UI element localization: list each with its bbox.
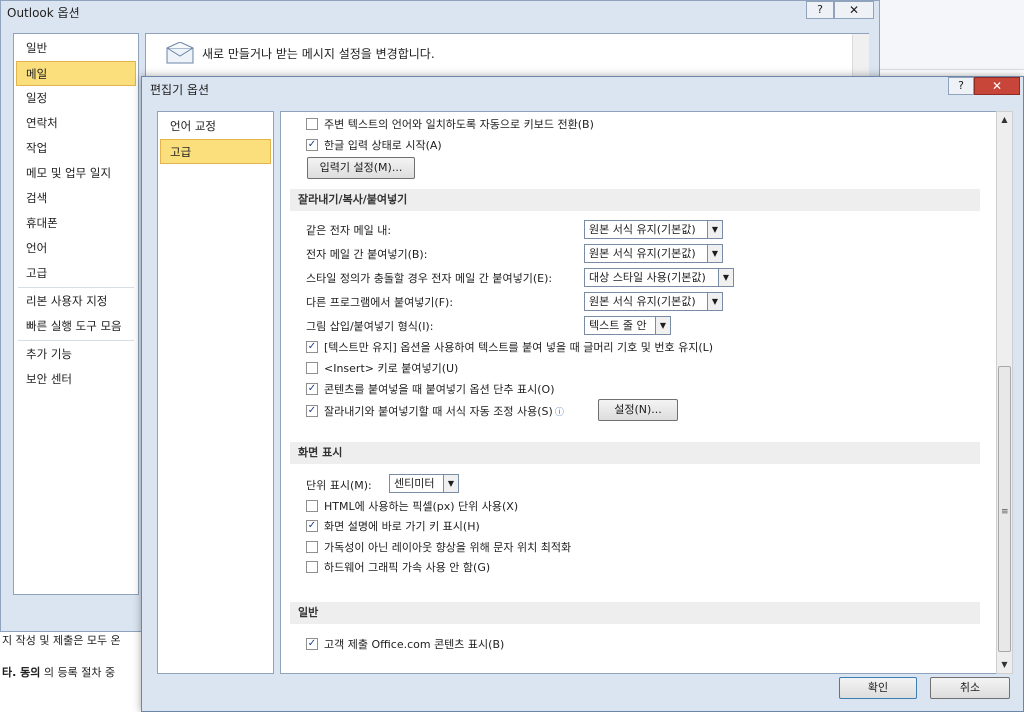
scroll-up-icon[interactable]: ▲ [997, 112, 1012, 128]
nav-item-advanced[interactable]: 고급 [14, 261, 138, 286]
unit-select[interactable]: 센티미터 ▼ [389, 474, 459, 493]
section-general: 일반 [290, 602, 980, 624]
cancel-button[interactable]: 취소 [930, 677, 1010, 699]
background-text: 지 작성 및 제출은 모두 온 [2, 634, 121, 647]
nav-divider [18, 287, 134, 288]
paste-row-picture-format: 그림 삽입/붙여넣기 형식(I): [306, 320, 434, 333]
auto-keyboard-checkbox[interactable] [306, 118, 318, 130]
info-icon: ⓘ [554, 407, 564, 418]
paste-same-email-select[interactable]: 원본 서식 유지(기본값) ▼ [584, 220, 723, 239]
scroll-down-icon[interactable]: ▼ [997, 657, 1012, 673]
option-label: <Insert> 키로 붙여넣기(U) [324, 362, 459, 375]
ime-settings-button[interactable]: 입력기 설정(M)... [307, 157, 415, 179]
chevron-down-icon: ▼ [718, 269, 733, 286]
close-button[interactable]: ✕ [834, 1, 874, 19]
editor-options-dialog: 편집기 옵션 ? ✕ 언어 교정 고급 주변 텍스트의 언어와 일치하도록 자동… [141, 76, 1024, 712]
paste-other-programs-select[interactable]: 원본 서식 유지(기본값) ▼ [584, 292, 723, 311]
option-label: HTML에 사용하는 픽셀(px) 단위 사용(X) [324, 500, 519, 513]
insert-key-paste-option[interactable]: <Insert> 키로 붙여넣기(U) [306, 360, 458, 376]
nav-item-mobile[interactable]: 휴대폰 [14, 211, 138, 236]
paste-options-button-checkbox[interactable]: ✓ [306, 383, 318, 395]
nav-item-search[interactable]: 검색 [14, 186, 138, 211]
option-label: 주변 텍스트의 언어와 일치하도록 자동으로 키보드 전환(B) [324, 118, 594, 131]
nav-item-proofing[interactable]: 언어 교정 [158, 114, 273, 139]
chevron-down-icon: ▼ [707, 245, 722, 262]
smart-cut-paste-settings-button[interactable]: 설정(N)... [598, 399, 678, 421]
section-cut-copy-paste: 잘라내기/복사/붙여넣기 [290, 189, 980, 211]
grip-icon: ≡ [1001, 507, 1009, 517]
paste-row-same-email: 같은 전자 메일 내: [306, 224, 392, 237]
nav-divider [18, 340, 134, 341]
nav-item-quick-access-toolbar[interactable]: 빠른 실행 도구 모음 [14, 314, 138, 339]
option-label: 하드웨어 그래픽 가속 사용 안 함(G) [324, 561, 491, 574]
mail-header-text: 새로 만들거나 받는 메시지 설정을 변경합니다. [202, 46, 435, 61]
help-button[interactable]: ? [948, 77, 974, 95]
chevron-down-icon: ▼ [655, 317, 670, 334]
unit-row: 단위 표시(M): [306, 479, 372, 492]
paste-between-emails-select[interactable]: 원본 서식 유지(기본값) ▼ [584, 244, 723, 263]
nav-item-tasks[interactable]: 작업 [14, 136, 138, 161]
paste-row-style-conflict: 스타일 정의가 충돌할 경우 전자 메일 간 붙여넣기(E): [306, 272, 553, 285]
outlook-options-nav: 일반 메일 일정 연락처 작업 메모 및 업무 일지 검색 휴대폰 언어 고급 … [13, 33, 139, 595]
editor-options-scrollbar[interactable]: ▲ ≡ ▼ [996, 111, 1013, 674]
picture-format-select[interactable]: 텍스트 줄 안 ▼ [584, 316, 671, 335]
option-label: 가독성이 아닌 레이아웃 향상을 위해 문자 위치 최적화 [324, 541, 572, 554]
nav-item-trust-center[interactable]: 보안 센터 [14, 367, 138, 392]
keep-bullets-option[interactable]: ✓ [텍스트만 유지] 옵션을 사용하여 텍스트를 붙여 넣을 때 글머리 기호… [306, 339, 713, 355]
insert-key-paste-checkbox[interactable] [306, 362, 318, 374]
optimize-char-position-checkbox[interactable] [306, 541, 318, 553]
option-label: [텍스트만 유지] 옵션을 사용하여 텍스트를 붙여 넣을 때 글머리 기호 및… [324, 341, 714, 354]
px-units-checkbox[interactable] [306, 500, 318, 512]
smart-cut-paste-option[interactable]: ✓ 잘라내기와 붙여넣기할 때 서식 자동 조정 사용(S) ⓘ [306, 403, 564, 419]
mail-header: 새로 만들거나 받는 메시지 설정을 변경합니다. [166, 41, 435, 64]
paste-style-conflict-select[interactable]: 대상 스타일 사용(기본값) ▼ [584, 268, 734, 287]
optimize-char-position-option[interactable]: 가독성이 아닌 레이아웃 향상을 위해 문자 위치 최적화 [306, 539, 571, 555]
paste-options-button-option[interactable]: ✓ 콘텐츠를 붙여넣을 때 붙여넣기 옵션 단추 표시(O) [306, 381, 555, 397]
option-label: 한글 입력 상태로 시작(A) [324, 139, 442, 152]
disable-hw-acceleration-checkbox[interactable] [306, 561, 318, 573]
scrollbar-thumb[interactable]: ≡ [998, 366, 1011, 652]
chevron-down-icon: ▼ [443, 475, 458, 492]
editor-options-nav: 언어 교정 고급 [157, 111, 274, 674]
px-units-option[interactable]: HTML에 사용하는 픽셀(px) 단위 사용(X) [306, 498, 518, 514]
paste-row-between-emails: 전자 메일 간 붙여넣기(B): [306, 248, 428, 261]
editor-options-content: 주변 텍스트의 언어와 일치하도록 자동으로 키보드 전환(B) ✓ 한글 입력… [280, 111, 997, 674]
nav-item-notes-journal[interactable]: 메모 및 업무 일지 [14, 161, 138, 186]
ok-button[interactable]: 확인 [839, 677, 917, 699]
nav-item-contacts[interactable]: 연락처 [14, 111, 138, 136]
background-text-2: 타. 동의 의 등록 절차 중 [2, 666, 116, 679]
office-com-content-checkbox[interactable]: ✓ [306, 638, 318, 650]
envelope-icon [166, 41, 194, 64]
start-hangul-checkbox[interactable]: ✓ [306, 139, 318, 151]
auto-keyboard-option[interactable]: 주변 텍스트의 언어와 일치하도록 자동으로 키보드 전환(B) [306, 116, 594, 132]
start-hangul-option[interactable]: ✓ 한글 입력 상태로 시작(A) [306, 137, 442, 153]
nav-item-mail[interactable]: 메일 [16, 61, 136, 86]
nav-item-calendar[interactable]: 일정 [14, 86, 138, 111]
option-label: 화면 설명에 바로 가기 키 표시(H) [324, 520, 480, 533]
nav-item-advanced[interactable]: 고급 [160, 139, 271, 164]
shortcut-keys-tooltip-checkbox[interactable]: ✓ [306, 520, 318, 532]
close-button[interactable]: ✕ [974, 77, 1020, 95]
keep-bullets-checkbox[interactable]: ✓ [306, 341, 318, 353]
paste-row-other-programs: 다른 프로그램에서 붙여넣기(F): [306, 296, 454, 309]
option-label: 콘텐츠를 붙여넣을 때 붙여넣기 옵션 단추 표시(O) [324, 383, 555, 396]
smart-cut-paste-checkbox[interactable]: ✓ [306, 405, 318, 417]
nav-item-language[interactable]: 언어 [14, 236, 138, 261]
nav-item-general[interactable]: 일반 [14, 36, 138, 61]
option-label: 고객 제출 Office.com 콘텐츠 표시(B) [324, 638, 505, 651]
shortcut-keys-tooltip-option[interactable]: ✓ 화면 설명에 바로 가기 키 표시(H) [306, 518, 480, 534]
dialog-title: 편집기 옵션 [150, 83, 210, 97]
window-title: Outlook 옵션 [7, 6, 80, 20]
help-button[interactable]: ? [806, 1, 834, 19]
chevron-down-icon: ▼ [707, 221, 722, 238]
background-panel [880, 0, 1024, 70]
nav-item-add-ins[interactable]: 추가 기능 [14, 342, 138, 367]
chevron-down-icon: ▼ [707, 293, 722, 310]
office-com-content-option[interactable]: ✓ 고객 제출 Office.com 콘텐츠 표시(B) [306, 636, 504, 652]
disable-hw-acceleration-option[interactable]: 하드웨어 그래픽 가속 사용 안 함(G) [306, 559, 490, 575]
nav-item-customize-ribbon[interactable]: 리본 사용자 지정 [14, 289, 138, 314]
option-label: 잘라내기와 붙여넣기할 때 서식 자동 조정 사용(S) [324, 405, 553, 418]
section-display: 화면 표시 [290, 442, 980, 464]
